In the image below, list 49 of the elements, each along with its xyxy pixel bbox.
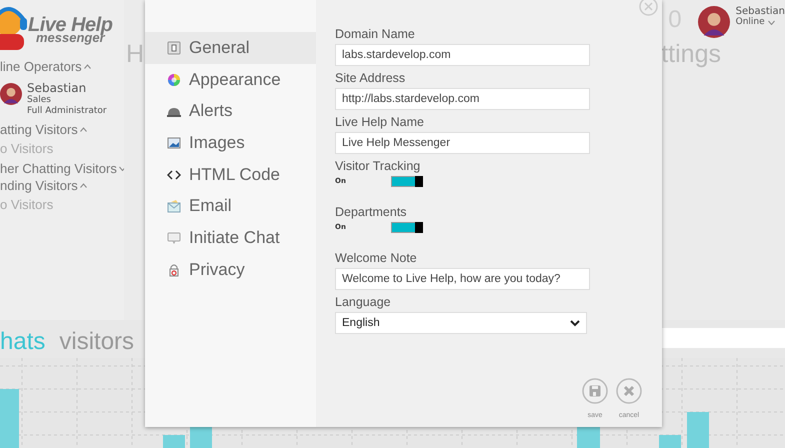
nav-item[interactable]: Privacy [145,254,316,286]
nav-item[interactable]: General [145,32,316,64]
color-wheel-icon [167,72,181,87]
language-dropdown[interactable]: English [335,312,587,334]
empty-text: o Visitors [0,141,54,156]
chart-bar [687,412,709,448]
nav-item[interactable]: Images [145,127,316,159]
section-header[interactable]: atting Visitors [0,122,78,137]
speech-bubble-icon [167,230,181,245]
status-dropdown[interactable]: Online [736,17,785,27]
chart-bar [163,435,185,448]
nav-item[interactable]: Alerts [145,95,316,128]
chevron-down-icon [768,20,775,24]
input-field[interactable]: Welcome to Live Help, how are you today? [335,268,590,290]
empty-text: o Visitors [0,197,54,212]
input-field[interactable]: labs.stardevelop.com [335,44,590,66]
chart-bar [0,389,19,448]
avatar-icon [698,6,730,38]
general-icon [167,40,181,55]
field-label: Welcome Note [335,251,418,265]
toggle-switch[interactable] [391,222,423,232]
envelope-icon [167,199,181,214]
logo-title: Live Help [28,14,112,36]
nav-item[interactable]: Appearance [145,64,316,96]
input-field[interactable]: Live Help Messenger [335,132,590,154]
operator-role: Full Administrator [27,106,107,117]
nav-item[interactable]: HTML Code [145,158,316,190]
field-label: Site Address [335,71,406,85]
operator-department: Sales [27,95,52,106]
nav-item[interactable]: Initiate Chat [145,222,316,254]
chevron-down-icon [570,320,580,326]
user-name: Sebastian [736,6,785,17]
field-label: Domain Name [335,27,416,41]
field-label: Live Help Name [335,115,425,129]
section-header[interactable]: her Chatting Visitors [0,161,117,176]
field-label: Language [335,295,392,309]
section-header[interactable]: nding Visitors [0,178,78,193]
operator-name: Sebastian [27,81,88,95]
chart-bar [659,435,681,448]
code-icon [167,168,181,182]
image-icon [167,136,181,150]
padlock-icon [167,262,181,277]
field-label: Departments [335,205,408,219]
section-header[interactable]: line Operators [0,59,82,74]
input-field[interactable]: http://labs.stardevelop.com [335,88,590,110]
toggle-switch[interactable] [391,176,423,186]
field-label: Visitor Tracking [335,159,422,173]
avatar-icon [0,83,22,105]
nav-item[interactable]: Email [145,190,316,222]
